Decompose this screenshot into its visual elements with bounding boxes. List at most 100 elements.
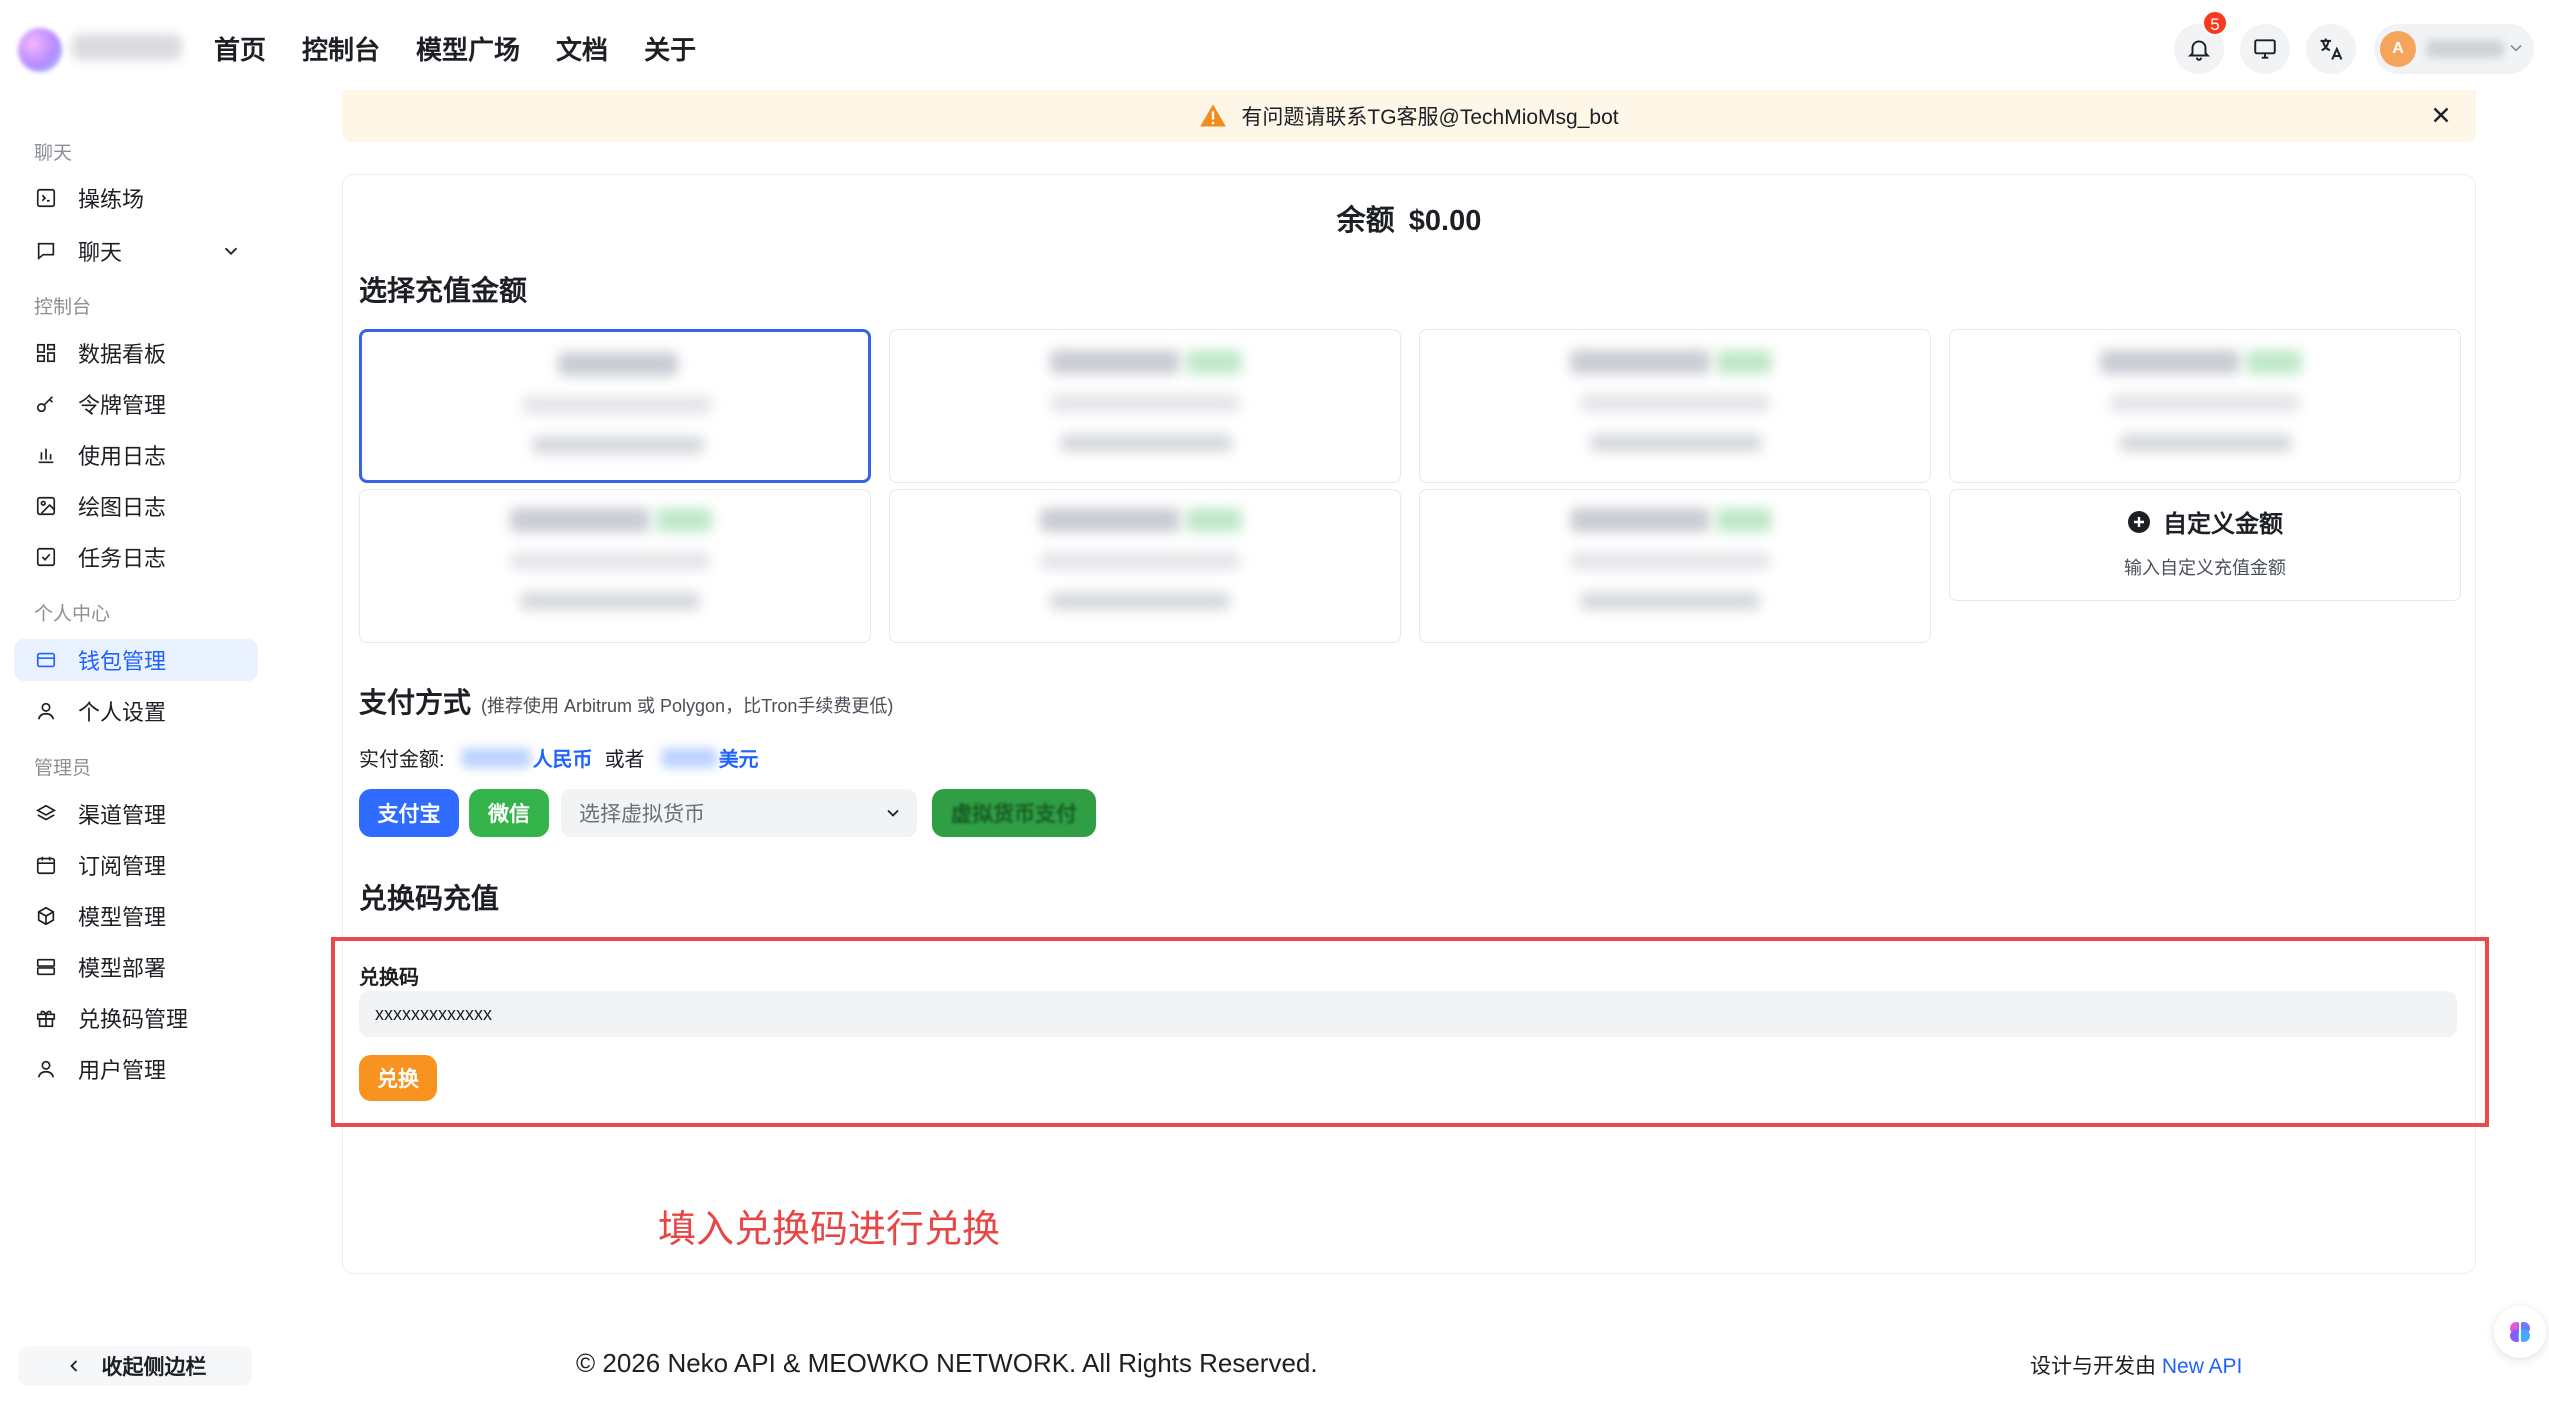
amount-option-6[interactable] (889, 489, 1401, 643)
sidebar-item-model-deploy[interactable]: 模型部署 (14, 946, 258, 988)
notification-badge: 5 (2202, 10, 2228, 36)
brain-icon (2510, 1322, 2530, 1342)
usd-amount-blurred (660, 747, 717, 768)
image-icon (34, 494, 58, 518)
sidebar-group-admin: 管理员 (34, 758, 92, 779)
amount-option-4[interactable] (1949, 329, 2461, 483)
chevron-down-icon[interactable] (220, 240, 242, 262)
amount-option-5[interactable] (359, 489, 871, 643)
wechat-pay-button[interactable]: 微信 (469, 789, 549, 837)
plan-amount-blurred (1570, 508, 1710, 532)
bar-chart-icon (34, 443, 58, 467)
sidebar-item-dashboard[interactable]: 数据看板 (14, 332, 258, 374)
crypto-pay-button[interactable]: 虚拟货币支付 (932, 789, 1096, 837)
amount-option-1[interactable] (359, 329, 871, 483)
nav-home[interactable]: 首页 (214, 30, 266, 70)
plan-price-blurred (1590, 434, 1762, 452)
amount-option-2[interactable] (889, 329, 1401, 483)
balance-display: 余额 $0.00 (343, 197, 2475, 239)
sidebar-item-models[interactable]: 模型管理 (14, 895, 258, 937)
chevron-down-icon (2510, 44, 2522, 52)
sidebar-item-personal-settings[interactable]: 个人设置 (14, 690, 258, 732)
redeem-title: 兑换码充值 (359, 883, 500, 914)
playground-icon (34, 186, 58, 210)
amount-option-3[interactable] (1419, 329, 1931, 483)
sidebar-item-usage-log[interactable]: 使用日志 (14, 434, 258, 476)
plan-amount-blurred (1570, 350, 1710, 374)
calendar-icon (34, 853, 58, 877)
user-icon (34, 1057, 58, 1081)
plan-price-blurred (520, 592, 700, 610)
sidebar-item-label: 模型管理 (78, 905, 167, 930)
monitor-icon (2254, 39, 2276, 59)
logo-text-blurred[interactable] (72, 34, 182, 60)
custom-amount-subtitle: 输入自定义充值金额 (2124, 558, 2286, 578)
sidebar-item-task-log[interactable]: 任务日志 (14, 536, 258, 578)
display-toggle-button[interactable] (2240, 24, 2290, 74)
top-nav: 首页 控制台 模型广场 文档 关于 (214, 30, 732, 70)
nav-about[interactable]: 关于 (644, 30, 696, 70)
notice-text: 有问题请联系TG客服@TechMioMsg_bot (1241, 106, 1619, 129)
nav-docs[interactable]: 文档 (556, 30, 608, 70)
or-label: 或者 (604, 749, 645, 771)
amount-option-7[interactable] (1419, 489, 1931, 643)
sidebar-item-channels[interactable]: 渠道管理 (14, 793, 258, 835)
plan-price-blurred (1060, 434, 1232, 452)
task-check-icon (34, 545, 58, 569)
collapse-sidebar-label: 收起侧边栏 (101, 1356, 207, 1379)
sidebar-item-label: 操练场 (78, 187, 145, 212)
alipay-button[interactable]: 支付宝 (359, 789, 459, 837)
user-name-blurred (2426, 40, 2504, 58)
sidebar-item-playground[interactable]: 操练场 (14, 177, 258, 219)
select-amount-title: 选择充值金额 (359, 275, 528, 306)
custom-amount-title: 自定义金额 (2163, 511, 2283, 538)
key-icon (34, 392, 58, 416)
collapse-sidebar-button[interactable]: 收起侧边栏 (18, 1346, 252, 1386)
user-menu[interactable]: A (2374, 24, 2534, 74)
sidebar-group-console: 控制台 (34, 297, 92, 318)
plan-discount-blurred (1716, 508, 1772, 532)
crypto-pay-label: 虚拟货币支付 (951, 803, 1077, 826)
plan-desc-blurred (1050, 394, 1240, 412)
redeem-code-input[interactable] (359, 991, 2457, 1037)
custom-amount-option[interactable]: 自定义金额 输入自定义充值金额 (1949, 489, 2461, 601)
sidebar-item-drawing-log[interactable]: 绘图日志 (14, 485, 258, 527)
footer-new-api-link[interactable]: New API (2162, 1355, 2243, 1378)
plan-amount-blurred (510, 508, 650, 532)
logo-icon[interactable] (18, 28, 62, 72)
plan-desc-blurred (1040, 552, 1240, 570)
nav-console[interactable]: 控制台 (302, 30, 380, 70)
sidebar-item-label: 渠道管理 (78, 803, 167, 828)
sidebar-item-users[interactable]: 用户管理 (14, 1048, 258, 1090)
top-header: 首页 控制台 模型广场 文档 关于 5 A (0, 0, 2549, 96)
currency-cny: 人民币 (532, 749, 593, 771)
actual-amount-row: 实付金额: 人民币 或者 美元 (359, 743, 759, 772)
footer-designed-by: 设计与开发由 (2030, 1355, 2156, 1378)
redeem-button[interactable]: 兑换 (359, 1055, 437, 1101)
plan-amount-blurred (1040, 508, 1180, 532)
translate-icon (2320, 38, 2343, 60)
sidebar-item-label: 使用日志 (78, 444, 167, 469)
floating-assistant-button[interactable] (2494, 1306, 2546, 1358)
plan-amount-blurred (558, 352, 678, 376)
user-icon (34, 699, 58, 723)
wallet-card: 余额 $0.00 选择充值金额 自定义金额 输入自定义充值金额 支付方式 (推荐… (331, 174, 2489, 1274)
plan-price-blurred (1580, 592, 1760, 610)
sidebar-item-redeem-codes[interactable]: 兑换码管理 (14, 997, 258, 1039)
redeem-field-label: 兑换码 (359, 967, 419, 989)
sidebar-item-label: 令牌管理 (78, 393, 167, 418)
sidebar-item-label: 钱包管理 (78, 649, 167, 674)
close-icon[interactable] (2428, 102, 2454, 128)
sidebar-item-tokens[interactable]: 令牌管理 (14, 383, 258, 425)
notification-button[interactable]: 5 (2174, 10, 2228, 74)
sidebar: 聊天 操练场 聊天 控制台 数据看板 令牌管理 使用日志 绘图日志 任务日志 个… (0, 96, 272, 1403)
sidebar-item-wallet[interactable]: 钱包管理 (14, 639, 258, 681)
language-button[interactable] (2306, 24, 2356, 74)
cube-icon (34, 904, 58, 928)
sidebar-item-chat[interactable]: 聊天 (14, 230, 258, 272)
nav-model-square[interactable]: 模型广场 (416, 30, 520, 70)
plan-amount-blurred (2100, 350, 2240, 374)
crypto-currency-select[interactable]: 选择虚拟货币 (561, 789, 917, 837)
payment-hint: (推荐使用 Arbitrum 或 Polygon，比Tron手续费更低) (481, 696, 894, 716)
sidebar-item-subscriptions[interactable]: 订阅管理 (14, 844, 258, 886)
